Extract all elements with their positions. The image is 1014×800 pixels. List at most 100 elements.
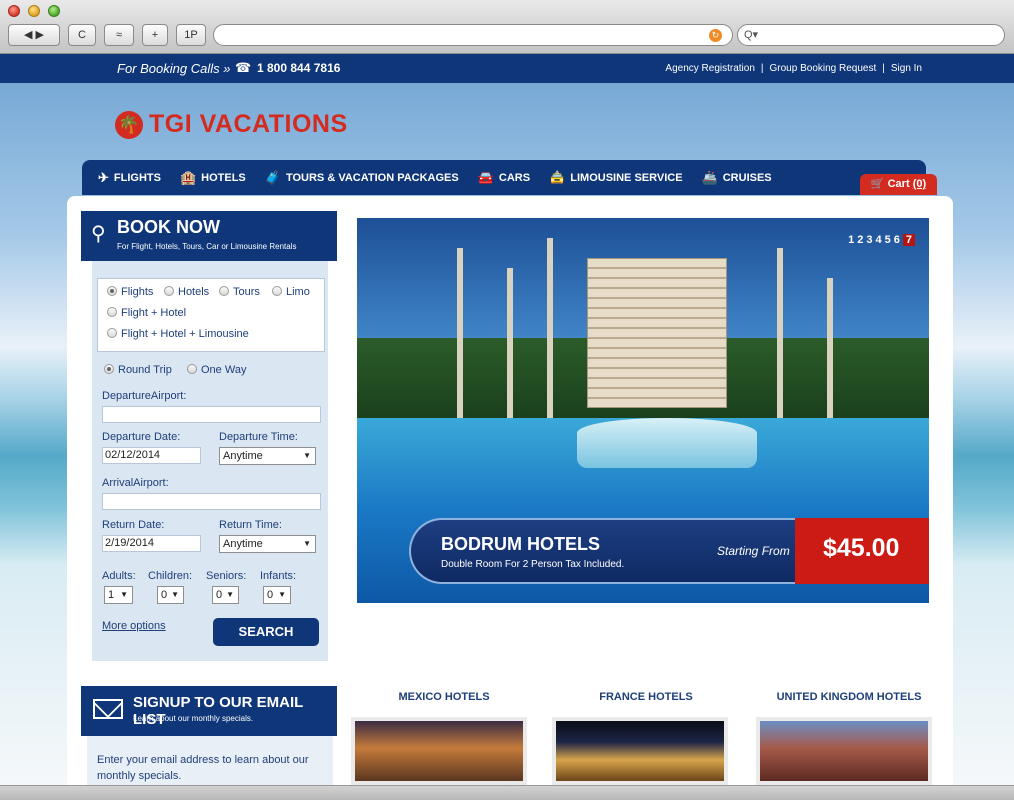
window-bottom-bar [0,785,1014,800]
type-limo-radio[interactable]: Limo [272,286,310,298]
reload-button[interactable]: C [68,24,96,46]
radio-label: Limo [286,286,310,298]
pager-item[interactable]: 4 [876,234,882,246]
radio-label: One Way [201,364,247,376]
type-flight-hotel-radio[interactable]: Flight + Hotel [107,307,186,319]
hero-slider[interactable]: 1 2 3 4 5 6 7 BODRUM HOTELS Double Room … [357,218,929,603]
browser-chrome: ◀ ▶ C ≈ + 1P ↻ Q▾ [0,0,1014,54]
radio-unselected[interactable] [164,286,174,297]
banner-info: BODRUM HOTELS Double Room For 2 Person T… [409,518,805,584]
type-flights-radio[interactable]: Flights [107,286,153,298]
radio-label: Flight + Hotel [121,307,187,319]
infants-select[interactable]: 0 ▼ [263,586,291,604]
more-options-link[interactable]: More options [102,620,166,632]
palm-tree-icon: 🌴 [115,110,143,139]
type-tours-radio[interactable]: Tours [219,286,260,298]
nav-tours[interactable]: 🧳 TOURS & VACATION PACKAGES [265,170,459,186]
type-flight-hotel-limo-radio[interactable]: Flight + Hotel + Limousine [107,328,249,340]
departure-date-input[interactable]: 02/12/2014 [102,447,201,464]
type-hotels-radio[interactable]: Hotels [164,286,209,298]
category-title-uk[interactable]: UNITED KINGDOM HOTELS [770,691,928,703]
palm-trunk [777,248,783,418]
nav-cruises[interactable]: 🚢 CRUISES [702,170,772,186]
phone-icon: ☎ [235,60,252,75]
close-window-button[interactable] [8,5,20,17]
banner-subtitle: Double Room For 2 Person Tax Included. [441,559,625,570]
pager-item[interactable]: 6 [894,234,900,246]
radio-unselected[interactable] [107,307,117,318]
pager-item[interactable]: 1 [848,234,854,246]
departure-airport-input[interactable] [102,406,321,423]
round-trip-radio[interactable]: Round Trip [104,364,172,376]
return-time-label: Return Time: [219,519,282,531]
mexico-hotels-image[interactable] [351,717,527,785]
radio-label: Round Trip [118,364,172,376]
category-title-france[interactable]: FRANCE HOTELS [588,691,704,703]
nav-cars[interactable]: 🚘 CARS [478,170,530,186]
radio-unselected[interactable] [219,286,229,297]
return-date-input[interactable]: 2/19/2014 [102,535,201,552]
password-button[interactable]: 1P [176,24,206,46]
signup-text: Enter your email address to learn about … [97,754,309,782]
one-way-radio[interactable]: One Way [187,364,246,376]
radio-unselected[interactable] [107,328,117,339]
price-box: $45.00 [795,518,929,584]
radio-selected[interactable] [104,364,114,375]
cart-button[interactable]: 🛒 Cart (0) [860,174,937,195]
snapback-button[interactable]: ≈ [104,24,134,46]
palm-trunk [507,268,513,418]
hero-banner[interactable]: BODRUM HOTELS Double Room For 2 Person T… [409,518,929,584]
group-booking-link[interactable]: Group Booking Request [770,63,877,74]
select-value: Anytime [223,450,263,462]
plane-icon: ✈ [98,169,109,185]
slider-pager: 1 2 3 4 5 6 7 [845,234,915,246]
seniors-select[interactable]: 0 ▼ [212,586,239,604]
pager-item[interactable]: 5 [885,234,891,246]
nav-limousine[interactable]: 🚖 LIMOUSINE SERVICE [549,170,682,186]
pager-item[interactable]: 3 [866,234,872,246]
add-bookmark-button[interactable]: + [142,24,168,46]
radio-unselected[interactable] [187,364,197,375]
minimize-window-button[interactable] [28,5,40,17]
back-forward-button[interactable]: ◀ ▶ [8,24,60,46]
france-hotels-image[interactable] [552,717,728,785]
radio-selected[interactable] [107,286,117,297]
pager-item-current[interactable]: 7 [902,234,915,246]
agency-registration-link[interactable]: Agency Registration [665,63,755,74]
nav-flights[interactable]: ✈ FLIGHTS [98,170,161,186]
children-select[interactable]: 0 ▼ [157,586,184,604]
adults-select[interactable]: 1 ▼ [104,586,133,604]
zoom-window-button[interactable] [48,5,60,17]
search-button[interactable]: SEARCH [213,618,319,646]
departure-time-select[interactable]: Anytime ▼ [219,447,316,465]
category-title-mexico[interactable]: MEXICO HOTELS [386,691,502,703]
booking-calls-label: For Booking Calls » [117,61,231,76]
limousine-icon: 🚖 [549,169,566,185]
sign-in-link[interactable]: Sign In [891,63,922,74]
nav-label: CARS [498,171,531,184]
arrival-airport-input[interactable] [102,493,321,510]
cart-icon: 🛒 [870,178,888,190]
nav-label: FLIGHTS [113,171,161,184]
select-value: 0 [216,589,223,601]
dropdown-arrow-icon: ▼ [303,451,311,460]
pager-item[interactable]: 2 [857,234,863,246]
radio-label: Flight + Hotel + Limousine [121,328,249,340]
radio-unselected[interactable] [272,286,282,297]
uk-hotels-image[interactable] [756,717,932,785]
rss-icon[interactable]: ↻ [709,29,722,42]
return-time-select[interactable]: Anytime ▼ [219,535,316,553]
starting-from-label: Starting From [717,544,790,558]
hero-fountain [577,418,757,468]
banner-price: $45.00 [823,534,900,562]
browser-search-input[interactable]: Q▾ [737,24,1005,46]
site-logo[interactable]: 🌴 TGI VACATIONS [115,110,348,139]
signup-header: SIGNUP TO OUR EMAIL LIST Learn about our… [81,686,337,736]
arrival-airport-label: ArrivalAirport: [102,477,169,489]
cart-label: Cart [887,178,910,190]
address-bar[interactable]: ↻ [213,24,733,46]
select-value: 0 [267,589,274,601]
dropdown-arrow-icon: ▼ [171,590,179,599]
nav-hotels[interactable]: 🏨 HOTELS [180,170,246,186]
select-value: 0 [161,589,168,601]
